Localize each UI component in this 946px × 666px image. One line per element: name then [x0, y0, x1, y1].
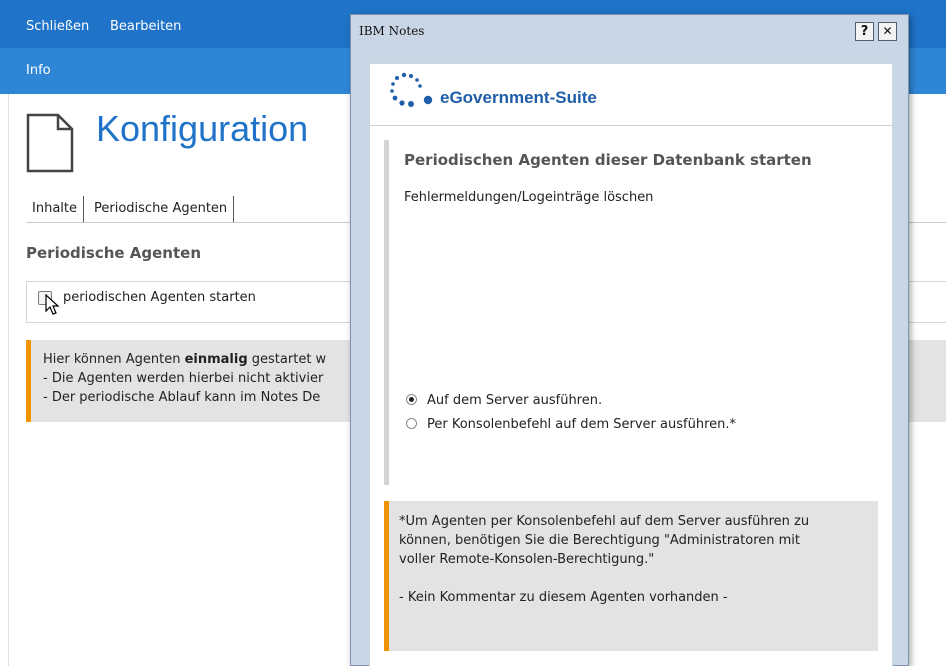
section-heading: Periodische Agenten	[26, 244, 202, 262]
help-button[interactable]: ?	[855, 22, 874, 41]
menu-close[interactable]: Schließen	[26, 19, 89, 34]
document-icon	[26, 113, 74, 173]
menu-info[interactable]: Info	[26, 63, 51, 78]
dialog-panel: Periodischen Agenten dieser Datenbank st…	[384, 140, 878, 485]
dialog-content: eGovernment-Suite Periodischen Agenten d…	[369, 63, 893, 666]
dialog-heading: Periodischen Agenten dieser Datenbank st…	[404, 151, 812, 169]
egovernment-logo-icon	[390, 72, 433, 107]
menu-edit[interactable]: Bearbeiten	[110, 19, 181, 34]
dialog-title: IBM Notes	[359, 24, 425, 38]
tab-periodische-agenten[interactable]: Periodische Agenten	[88, 196, 235, 222]
radio-server[interactable]	[406, 394, 417, 405]
radio-option-server[interactable]: Auf dem Server ausführen.	[406, 393, 602, 408]
info-line-3: - Der periodische Ablauf kann im Notes D…	[43, 390, 321, 405]
content-border	[8, 94, 9, 666]
mouse-cursor-icon	[45, 294, 60, 315]
start-agents-label: periodischen Agenten starten	[63, 290, 256, 305]
note-line-1: *Um Agenten per Konsolenbefehl auf dem S…	[399, 514, 810, 529]
logo-divider	[370, 125, 892, 126]
radio-server-label: Auf dem Server ausführen.	[427, 393, 603, 408]
ibm-notes-dialog: IBM Notes ? ✕ eGovernment-Suite Periodis…	[350, 14, 909, 666]
page-title: Konfiguration	[96, 108, 309, 149]
info-line-1: Hier können Agenten einmalig gestartet w	[43, 352, 327, 367]
radio-console-label: Per Konsolenbefehl auf dem Server ausfüh…	[427, 417, 736, 432]
radio-option-console[interactable]: Per Konsolenbefehl auf dem Server ausfüh…	[406, 417, 736, 432]
app-window: Schließen Bearbeiten Info Konfiguration …	[0, 0, 946, 666]
dialog-agent-text: Fehlermeldungen/Logeinträge löschen	[404, 190, 654, 205]
note-line-3: voller Remote-Konsolen-Berechtigung."	[399, 552, 655, 567]
dialog-note: *Um Agenten per Konsolenbefehl auf dem S…	[384, 501, 878, 651]
note-line-2: können, benötigen Sie die Berechtigung "…	[399, 533, 801, 548]
logo-text: eGovernment-Suite	[440, 88, 597, 107]
close-button[interactable]: ✕	[878, 22, 897, 41]
info-line-2: - Die Agenten werden hierbei nicht aktiv…	[43, 371, 324, 386]
radio-console[interactable]	[406, 418, 417, 429]
tab-inhalte[interactable]: Inhalte	[26, 196, 84, 222]
note-line-4: - Kein Kommentar zu diesem Agenten vorha…	[399, 590, 728, 605]
